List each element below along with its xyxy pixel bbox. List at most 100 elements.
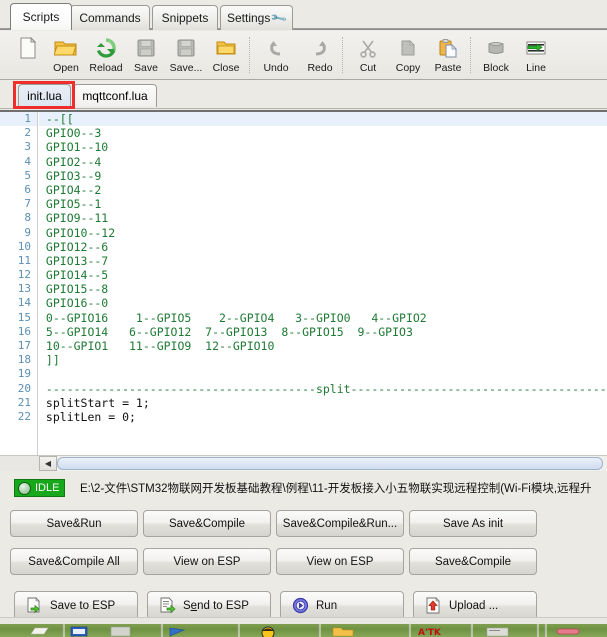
taskbar-divider-7 [536, 624, 539, 637]
toolbar-line-button[interactable]: Line [516, 33, 556, 78]
line-number: 13 [17, 282, 31, 296]
taskbar-item-panel[interactable] [486, 625, 510, 637]
line-number: 1 [0, 112, 37, 127]
taskbar-item-document[interactable] [70, 625, 90, 637]
code-line[interactable]: GPIO9--11 [39, 211, 607, 225]
toolbar-save-button[interactable]: Save [126, 33, 166, 78]
toolbar-save-as-button[interactable]: Save... [166, 33, 206, 78]
save-compile-all-button[interactable]: Save&Compile All [10, 548, 138, 575]
tab-scripts[interactable]: Scripts [10, 3, 72, 30]
code-line[interactable]: GPIO3--9 [39, 169, 607, 183]
file-tab-mqttconf-lua[interactable]: mqttconf.lua [73, 84, 157, 107]
toolbar-cut-button[interactable]: Cut [348, 33, 388, 78]
editor-toolbar: Open Reload Save Save... Close Undo Redo… [0, 31, 607, 80]
scissors-icon [355, 35, 381, 61]
code-line-text: GPIO5--1 [39, 197, 102, 212]
code-line[interactable]: GPIO13--7 [39, 254, 607, 268]
code-line[interactable]: ---------------------------------------s… [39, 382, 607, 396]
paste-icon [435, 35, 461, 61]
code-content-area[interactable]: --[[ GPIO0--3 GPIO1--10 GPIO2--4 GPIO3--… [39, 112, 607, 455]
code-line[interactable]: 5--GPIO14 6--GPIO12 7--GPIO13 8--GPIO15 … [39, 325, 607, 339]
upload-button[interactable]: Upload ... [413, 591, 537, 620]
save-as-init-button[interactable]: Save As init [409, 510, 537, 537]
code-editor[interactable]: 1 2 3 4 5 6 7 8 9 10 11 12 13 14 15 16 17 18 19 20 21 22 --[[… [0, 110, 607, 455]
toolbar-reload-button[interactable]: Reload [86, 33, 126, 78]
taskbar-divider-1 [62, 624, 65, 637]
toolbar-redo-button[interactable]: Redo [300, 33, 340, 78]
code-line[interactable]: 10--GPIO1 11--GPIO9 12--GPIO10 [39, 339, 607, 353]
save-compile-run-button[interactable]: Save&Compile&Run... [276, 510, 404, 537]
save-compile-button-2[interactable]: Save&Compile [409, 548, 537, 575]
code-line[interactable]: --[[ [39, 112, 607, 127]
toolbar-paste-button[interactable]: Paste [428, 33, 468, 78]
code-line-text: GPIO10--12 [39, 225, 116, 240]
code-line[interactable]: splitStart = 1; [39, 396, 607, 410]
file-tab-mqttconf-lua-label: mqttconf.lua [82, 89, 148, 103]
taskbar-item-flag[interactable] [168, 625, 188, 637]
save-to-esp-icon [25, 597, 43, 615]
save-and-run-button[interactable]: Save&Run [10, 510, 138, 537]
code-line[interactable]: GPIO12--6 [39, 240, 607, 254]
status-indicator-icon [18, 481, 31, 495]
code-line-text: splitLen = 0; [39, 409, 136, 424]
code-line-text: --[[ [39, 112, 74, 126]
run-button[interactable]: Run [280, 591, 404, 620]
toolbar-paste-label: Paste [434, 62, 462, 74]
code-line[interactable]: GPIO15--8 [39, 282, 607, 296]
code-line[interactable]: GPIO16--0 [39, 296, 607, 310]
close-folder-icon [213, 35, 239, 61]
code-line[interactable]: ]] [39, 353, 607, 367]
hscroll-thumb[interactable] [57, 457, 603, 470]
code-line-text: GPIO0--3 [39, 126, 102, 141]
tab-settings[interactable]: Settings 🔧 [220, 5, 293, 30]
view-on-esp-button-2[interactable]: View on ESP [276, 548, 404, 575]
code-line[interactable]: GPIO4--2 [39, 183, 607, 197]
code-line-text: GPIO14--5 [39, 268, 109, 283]
code-line[interactable]: GPIO2--4 [39, 155, 607, 169]
toolbar-redo-label: Redo [307, 62, 333, 74]
code-line[interactable]: GPIO1--10 [39, 140, 607, 154]
save-to-esp-button[interactable]: Save to ESP [14, 591, 138, 620]
code-line[interactable]: GPIO0--3 [39, 126, 607, 140]
file-tab-init-lua-label: init.lua [27, 89, 62, 103]
save-as-icon [173, 35, 199, 61]
code-line-text: GPIO3--9 [39, 168, 102, 183]
toolbar-new-button[interactable] [8, 33, 48, 78]
code-line[interactable] [39, 367, 607, 381]
tab-snippets[interactable]: Snippets [152, 5, 218, 30]
run-label: Run [316, 599, 338, 612]
os-taskbar: A'TK [0, 624, 607, 637]
code-line[interactable]: 0--GPIO16 1--GPIO5 2--GPIO4 3--GPIO0 4--… [39, 311, 607, 325]
toolbar-block-button[interactable]: Block [476, 33, 516, 78]
taskbar-item-text-app[interactable]: A'TK [418, 625, 446, 637]
send-to-esp-button[interactable]: Send to ESP [147, 591, 271, 620]
tab-commands[interactable]: Commands [70, 5, 150, 30]
taskbar-item-pink-app[interactable] [556, 625, 582, 637]
open-folder-icon [53, 35, 79, 61]
taskbar-item-window[interactable] [110, 625, 132, 637]
code-line[interactable]: splitLen = 0; [39, 410, 607, 424]
toolbar-open-button[interactable]: Open [46, 33, 86, 78]
taskbar-item-face[interactable] [258, 625, 278, 637]
line-number: 8 [24, 211, 31, 225]
file-tab-init-lua[interactable]: init.lua [18, 84, 71, 107]
svg-text:A'TK: A'TK [418, 628, 442, 637]
toolbar-close-button[interactable]: Close [206, 33, 246, 78]
toolbar-copy-button[interactable]: Copy [388, 33, 428, 78]
save-and-compile-button[interactable]: Save&Compile [143, 510, 271, 537]
editor-horizontal-scrollbar[interactable]: ◀ [39, 455, 607, 471]
taskbar-item-explorer[interactable] [30, 625, 50, 637]
code-line-text: ---------------------------------------s… [39, 381, 607, 396]
hscroll-left-arrow[interactable]: ◀ [39, 456, 57, 471]
run-play-icon [291, 597, 309, 615]
code-line[interactable]: GPIO10--12 [39, 226, 607, 240]
taskbar-item-folder[interactable] [332, 625, 354, 637]
code-line[interactable]: GPIO5--1 [39, 197, 607, 211]
main-tab-strip: Scripts Commands Snippets Settings 🔧 [0, 0, 607, 30]
taskbar-divider-3 [237, 624, 240, 637]
code-line[interactable]: GPIO14--5 [39, 268, 607, 282]
toolbar-undo-button[interactable]: Undo [256, 33, 296, 78]
code-line-text: GPIO13--7 [39, 253, 109, 268]
view-on-esp-button-1[interactable]: View on ESP [143, 548, 271, 575]
